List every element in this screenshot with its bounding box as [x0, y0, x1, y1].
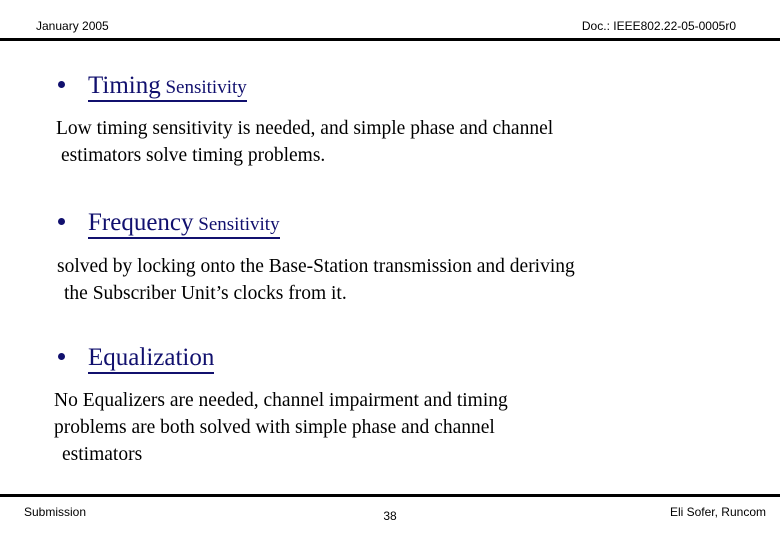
footer-author: Eli Sofer, Runcom	[669, 505, 766, 519]
header-date: January 2005	[36, 19, 109, 33]
bullet-dot-icon	[58, 218, 65, 225]
bullet-heading-frequency-sensitivity: Frequency Sensitivity	[88, 209, 280, 239]
bullet-body-equalization: No Equalizers are needed, channel impair…	[0, 388, 780, 469]
bullet-heading-row-equalization: Equalization	[0, 344, 780, 374]
footer-divider	[0, 494, 780, 497]
bullet-body-frequency-sensitivity: solved by locking onto the Base-Station …	[0, 254, 780, 308]
body-line: estimators	[62, 443, 143, 465]
body-line: Low timing sensitivity is needed, and si…	[56, 118, 554, 139]
slide: January 2005 Doc.: IEEE802.22-05-0005r0 …	[0, 0, 780, 540]
body-line: No Equalizers are needed, channel impair…	[54, 390, 508, 411]
body-line: the Subscriber Unit’s clocks from it.	[64, 282, 347, 304]
bullet-heading-sub: Sensitivity	[193, 214, 280, 235]
body-line: problems are both solved with simple pha…	[54, 416, 495, 438]
bullet-heading-equalization: Equalization	[88, 344, 215, 374]
body-line: estimators solve timing problems.	[61, 144, 326, 166]
bullet-block-timing-sensitivity: Timing Sensitivity Low timing sensitivit…	[0, 72, 780, 170]
bullet-block-equalization: Equalization No Equalizers are needed, c…	[0, 344, 780, 469]
bullet-heading-main: Timing	[88, 72, 161, 99]
slide-header: January 2005 Doc.: IEEE802.22-05-0005r0	[0, 0, 780, 41]
header-document-id: Doc.: IEEE802.22-05-0005r0	[581, 19, 736, 33]
body-line: solved by locking onto the Base-Station …	[57, 256, 575, 277]
bullet-heading-row-timing: Timing Sensitivity	[0, 72, 780, 102]
bullet-block-frequency-sensitivity: Frequency Sensitivity solved by locking …	[0, 209, 780, 308]
slide-content: Timing Sensitivity Low timing sensitivit…	[0, 44, 780, 490]
bullet-heading-main: Frequency	[88, 209, 194, 236]
bullet-heading-timing-sensitivity: Timing Sensitivity	[88, 72, 247, 102]
footer-page-number: 38	[383, 509, 397, 523]
bullet-heading-sub: Sensitivity	[160, 77, 247, 98]
bullet-dot-icon	[58, 81, 65, 88]
slide-footer: Submission 38 Eli Sofer, Runcom	[0, 490, 780, 540]
bullet-heading-main: Equalization	[88, 344, 215, 371]
bullet-dot-icon	[58, 353, 65, 360]
bullet-body-timing-sensitivity: Low timing sensitivity is needed, and si…	[0, 116, 780, 170]
bullet-heading-row-frequency: Frequency Sensitivity	[0, 209, 780, 239]
header-divider	[0, 38, 780, 41]
